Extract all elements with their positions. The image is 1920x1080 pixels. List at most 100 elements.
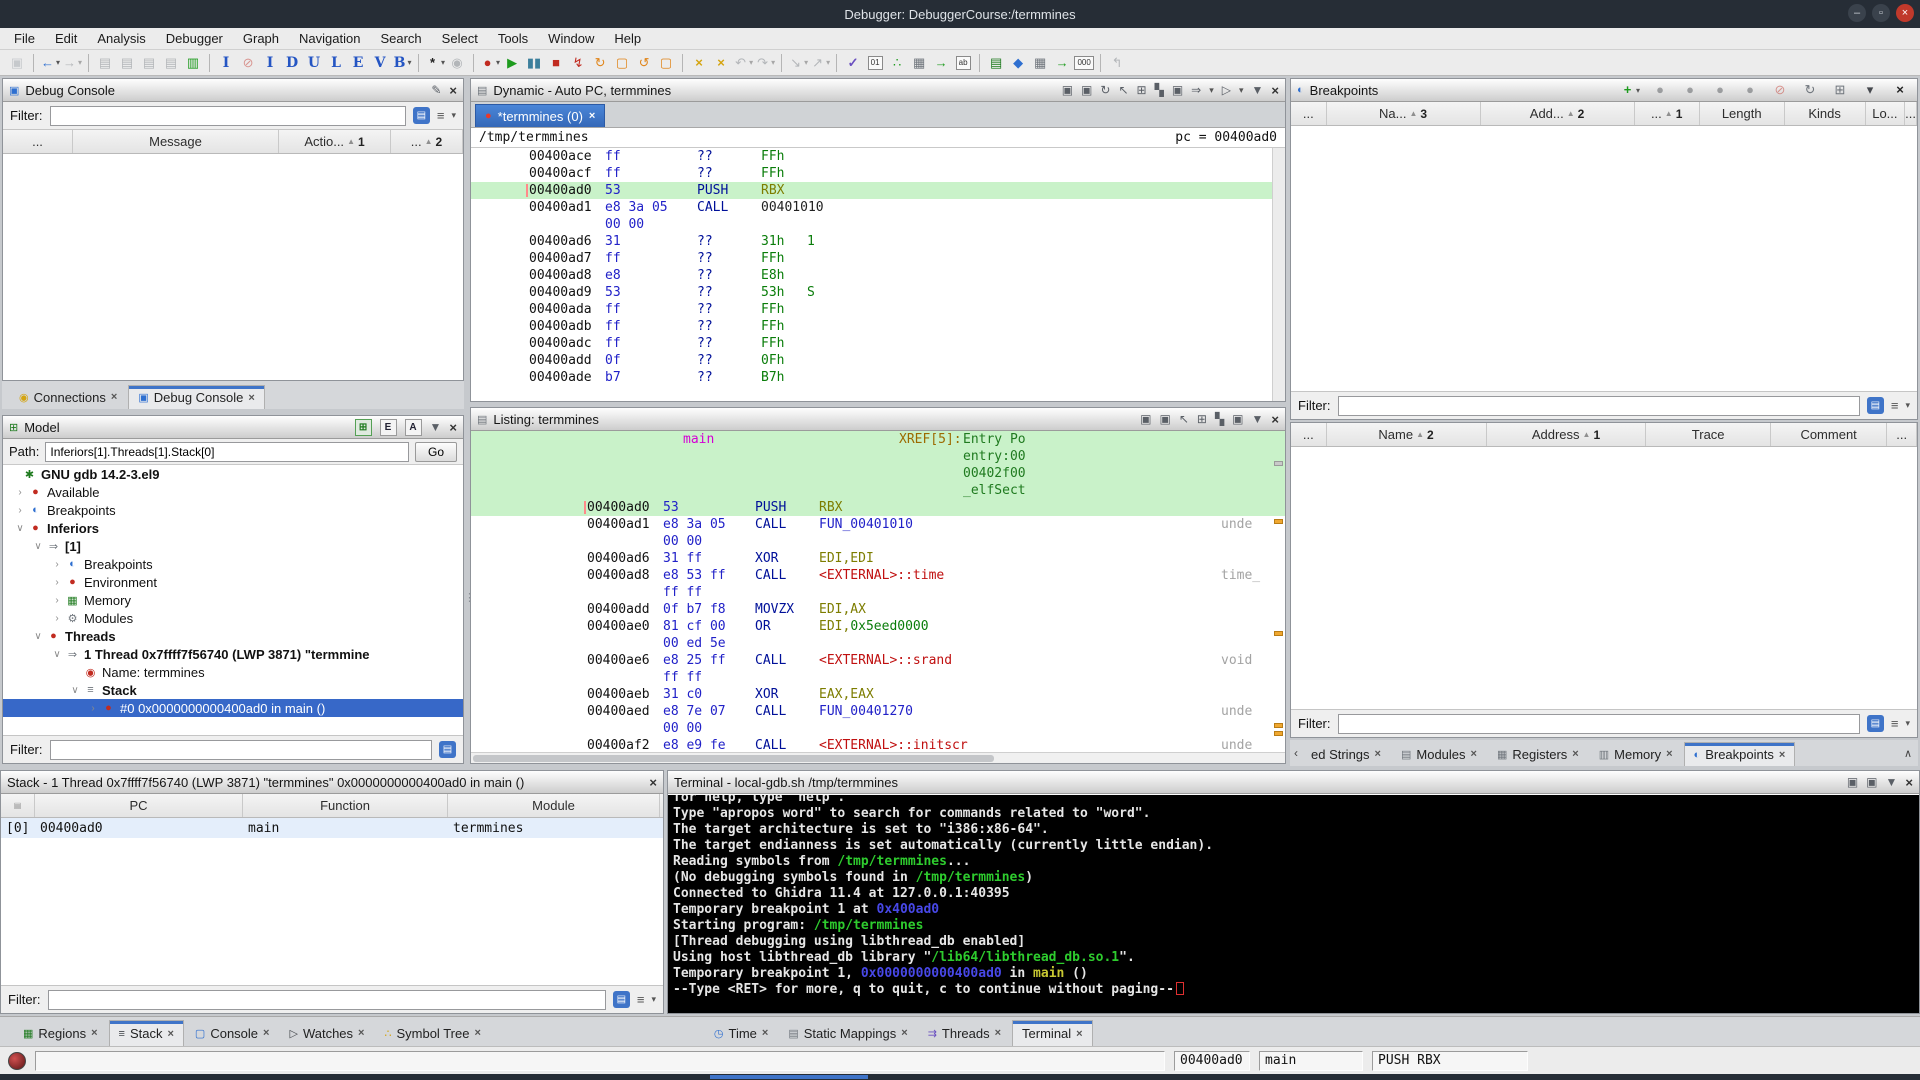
tab-threads[interactable]: ⇉ Threads × <box>919 1020 1010 1046</box>
style-I-icon[interactable]: I <box>260 53 280 73</box>
disable-bp-icon[interactable]: ● <box>1710 80 1730 100</box>
paste-icon[interactable]: ▣ <box>1866 775 1877 789</box>
filter-doc-icon[interactable]: ▤ <box>439 741 456 758</box>
path-input[interactable] <box>45 441 409 462</box>
style-E-icon[interactable]: E <box>348 53 368 73</box>
filter-doc-icon[interactable]: ▤ <box>1866 397 1884 414</box>
style-V-icon[interactable]: V <box>370 53 390 73</box>
col-module[interactable]: Module <box>448 794 660 817</box>
asm-row[interactable]: 00400ad1 e8 3a 05 CALL 00401010 <box>471 199 1285 216</box>
close-icon[interactable]: × <box>1890 80 1910 100</box>
enable-bp-icon[interactable]: ● <box>1650 80 1670 100</box>
tree-item-thread-name[interactable]: ◉ Name: termmines <box>3 663 463 681</box>
close-icon[interactable]: × <box>358 1027 364 1039</box>
asm-row[interactable]: 00 ed 5e <box>471 635 1285 652</box>
diamond-icon[interactable]: ◆ <box>1008 53 1028 73</box>
patch-icon[interactable]: ▤ <box>95 53 115 73</box>
tab-debug-console[interactable]: ▣ Debug Console × <box>128 385 265 409</box>
filter-doc-icon[interactable]: ▤ <box>1866 715 1884 732</box>
grid-icon[interactable]: ▦ <box>1030 53 1050 73</box>
copy-icon[interactable]: ▣ <box>1062 83 1073 97</box>
chevron-down-icon[interactable]: ▾ <box>1209 85 1214 96</box>
copy-icon[interactable]: ▣ <box>1847 775 1858 789</box>
close-icon[interactable]: × <box>1271 83 1279 98</box>
asm-row[interactable]: 00400ae6 e8 25 ff CALL <EXTERNAL>::srand voi… <box>471 652 1285 669</box>
goto-out-icon[interactable]: ↗ ▾ <box>810 53 830 73</box>
filter-settings-icon[interactable]: ≡ <box>1891 716 1899 731</box>
close-icon[interactable]: × <box>248 392 254 404</box>
col-name[interactable]: Na... ▲ 3 <box>1327 102 1481 125</box>
chevron-down-icon[interactable]: ▾ <box>451 110 456 121</box>
tab-trace-termmines[interactable]: ● *termmines (0) × <box>475 104 606 127</box>
asm-row[interactable]: 00400ad0 53 PUSH RBX <box>471 499 1285 516</box>
menu-navigation[interactable]: Navigation <box>289 28 370 49</box>
tab-symbol-tree[interactable]: ∴ Symbol Tree × <box>375 1020 489 1046</box>
tab-time[interactable]: ◷ Time × <box>705 1020 777 1046</box>
asm-row[interactable]: ff ff <box>471 584 1285 601</box>
disable-all-bp-icon[interactable]: ● <box>1740 80 1760 100</box>
table-add-icon[interactable]: ⊞ <box>1137 83 1147 97</box>
asm-row[interactable]: 00400ada ff?? FFh <box>471 301 1285 318</box>
tab-breakpoints[interactable]: ◐ Breakpoints × <box>1683 742 1796 766</box>
filter-input[interactable] <box>1337 713 1860 734</box>
tree-item-available[interactable]: › ● Available <box>3 483 463 501</box>
style-L-icon[interactable]: L <box>326 53 346 73</box>
horizontal-scrollbar[interactable] <box>471 752 1285 763</box>
goto-arrow-icon[interactable]: ⇒ <box>1191 83 1201 97</box>
close-icon[interactable]: × <box>649 775 657 790</box>
style-B-icon[interactable]: B ▾ <box>392 53 412 73</box>
close-icon[interactable]: × <box>901 1027 907 1039</box>
asm-row[interactable]: ff ff <box>471 669 1285 686</box>
clear-block-icon[interactable]: × <box>711 53 731 73</box>
style-D-icon[interactable]: D <box>282 53 302 73</box>
clear-console-icon[interactable]: ✎ <box>431 83 441 97</box>
menu-tools[interactable]: Tools <box>488 28 538 49</box>
asm-row[interactable]: 00400ad0 53 PUSH RBX <box>471 182 1285 199</box>
table-settings-icon[interactable]: ⊞ <box>1830 80 1850 100</box>
tab-defined-strings[interactable]: ed Strings × <box>1302 742 1390 766</box>
filter-settings-icon[interactable]: ≡ <box>637 992 645 1007</box>
tab-watches[interactable]: ▷ Watches × <box>280 1020 373 1046</box>
asm-row[interactable]: 00400ae0 81 cf 00 OR EDI,0x5eed0000 <box>471 618 1285 635</box>
close-icon[interactable]: × <box>474 1027 480 1039</box>
emu-back-icon[interactable]: ↶ ▾ <box>733 53 753 73</box>
asm-row[interactable]: 00 00 <box>471 216 1285 233</box>
copy-icon[interactable]: ▣ <box>1140 412 1151 426</box>
export-program-icon[interactable]: → <box>1052 53 1072 73</box>
menu-debugger[interactable]: Debugger <box>156 28 233 49</box>
step-out-icon[interactable]: ↺ <box>634 53 654 73</box>
menu-help[interactable]: Help <box>604 28 651 49</box>
save-icon[interactable]: ▣ <box>7 53 27 73</box>
close-button[interactable]: × <box>1896 4 1914 22</box>
asm-row[interactable]: 00400aeb 31 c0 XOR EAX,EAX <box>471 686 1285 703</box>
filter-input[interactable] <box>47 989 606 1010</box>
nav-forward-icon[interactable]: → ▾ <box>62 53 82 73</box>
binary-icon[interactable]: 01 <box>865 53 885 73</box>
chevron-down-icon[interactable]: ▾ <box>1239 85 1244 96</box>
asm-row[interactable]: 00400adb ff?? FFh <box>471 318 1285 335</box>
asm-row[interactable]: 00400af2 e8 e9 fe CALL <EXTERNAL>::initscr u… <box>471 737 1285 752</box>
tab-stack[interactable]: ≡ Stack × <box>108 1020 184 1046</box>
asm-row[interactable]: 00400aed e8 7e 07 CALL FUN_00401270 unde <box>471 703 1285 720</box>
return-icon[interactable]: ↰ <box>1107 53 1127 73</box>
validate-icon[interactable]: ✓ <box>843 53 863 73</box>
asm-row[interactable]: 00400ade b7?? B7h <box>471 369 1285 386</box>
asm-row[interactable]: 00 00 <box>471 533 1285 550</box>
col-more[interactable]: ... <box>1887 423 1917 446</box>
tree-item-inferior-1[interactable]: ∨ ⇒ [1] <box>3 537 463 555</box>
col-sleigh[interactable]: ... ▲ 1 <box>1635 102 1700 125</box>
snapshot-camera-icon[interactable]: ▣ <box>1172 83 1183 97</box>
chart-icon[interactable]: ▚ <box>1155 83 1164 97</box>
paste-annotations-icon[interactable]: ▤ <box>139 53 159 73</box>
tree-item-stack[interactable]: ∨ ≡ Stack <box>3 681 463 699</box>
close-icon[interactable]: × <box>1572 748 1578 760</box>
tab-list-icon[interactable]: ∧ <box>1898 747 1918 760</box>
col-length[interactable]: Length <box>1700 102 1785 125</box>
tab-connections[interactable]: ◉ Connections × <box>10 385 126 409</box>
tab-regions[interactable]: ▦ Regions × <box>14 1020 107 1046</box>
menu-select[interactable]: Select <box>432 28 488 49</box>
attributes-mode-icon[interactable]: A <box>404 418 422 436</box>
filter-input[interactable] <box>49 739 432 760</box>
menu-edit[interactable]: Edit <box>45 28 87 49</box>
clear-flow-icon[interactable]: × <box>689 53 709 73</box>
